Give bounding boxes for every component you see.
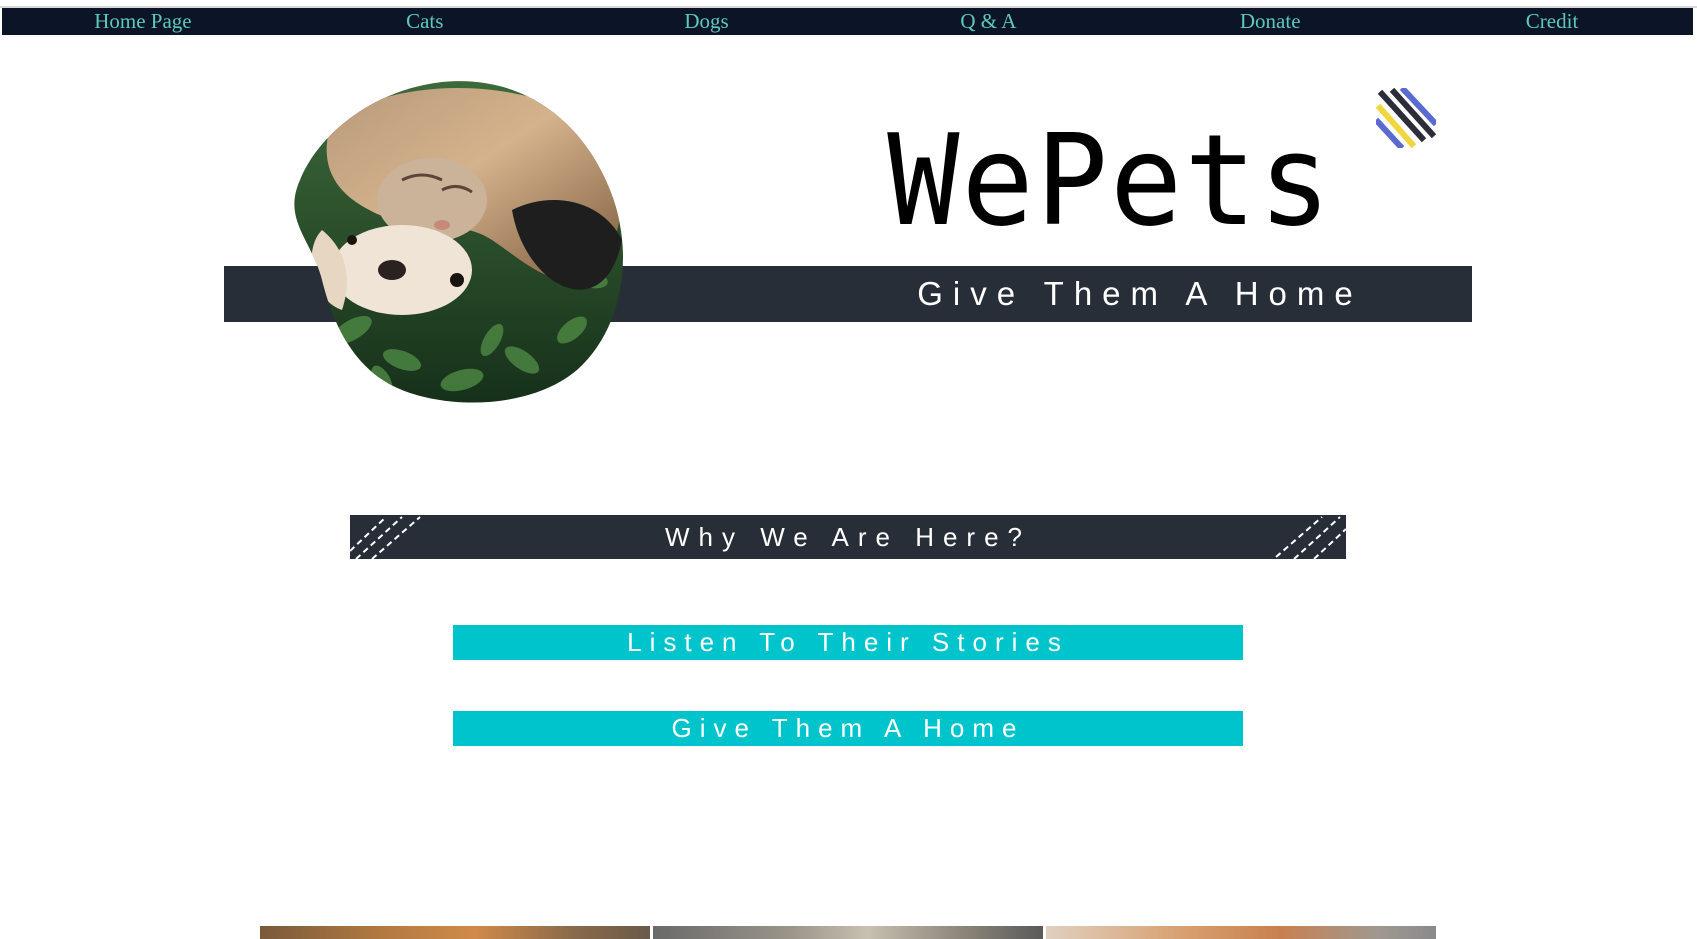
why-banner: Why We Are Here?: [350, 515, 1346, 559]
nav-q-and-a[interactable]: Q & A: [847, 8, 1129, 35]
cat-and-dog-photo: [294, 81, 624, 403]
nav-credit[interactable]: Credit: [1411, 8, 1693, 35]
nav-donate[interactable]: Donate: [1129, 8, 1411, 35]
why-heading: Why We Are Here?: [664, 522, 1032, 552]
pixel-stripes-icon: [1376, 88, 1436, 148]
top-navbar: Home Page Cats Dogs Q & A Donate Credit: [2, 8, 1693, 35]
brand-title: WePets: [887, 108, 1333, 255]
page: Home Page Cats Dogs Q & A Donate Credit: [0, 0, 1697, 939]
nav-home-page[interactable]: Home Page: [2, 8, 284, 35]
nav-dogs[interactable]: Dogs: [566, 8, 848, 35]
gallery-photo[interactable]: [653, 926, 1043, 939]
dashed-stripes-icon: [1275, 516, 1346, 559]
give-home-button[interactable]: Give Them A Home: [453, 711, 1243, 746]
nav-cats[interactable]: Cats: [284, 8, 566, 35]
top-rule: [0, 0, 1697, 8]
hero-subtitle: Give Them A Home: [917, 275, 1363, 312]
listen-stories-button[interactable]: Listen To Their Stories: [453, 625, 1243, 660]
photo-gallery: [260, 926, 1436, 939]
gallery-photo[interactable]: [1046, 926, 1436, 939]
gallery-photo[interactable]: [260, 926, 650, 939]
